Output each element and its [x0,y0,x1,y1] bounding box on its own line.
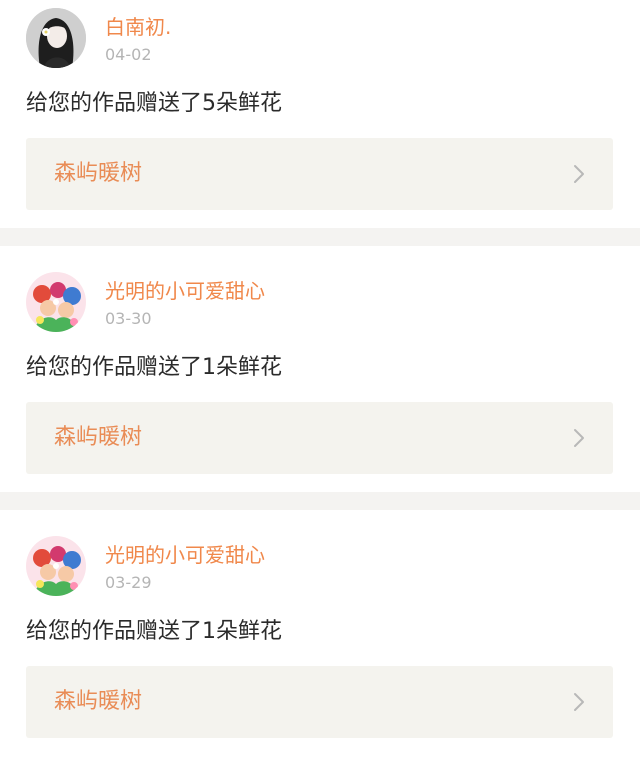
notification-card: 白南初. 04-02 给您的作品赠送了5朵鲜花 森屿暖树 [0,0,640,228]
gift-message: 给您的作品赠送了5朵鲜花 [26,91,282,116]
timestamp: 04-02 [105,45,152,64]
chevron-right-icon [573,428,585,448]
work-title: 森屿暖树 [54,161,143,186]
gift-message: 给您的作品赠送了1朵鲜花 [26,619,282,644]
timestamp: 03-29 [105,573,152,592]
work-title: 森屿暖树 [54,425,143,450]
gift-message: 给您的作品赠送了1朵鲜花 [26,355,282,380]
notification-card: 光明的小可爱甜心 03-29 给您的作品赠送了1朵鲜花 森屿暖树 [0,510,640,761]
chevron-right-icon [573,164,585,184]
anime-group-avatar-icon [26,536,86,596]
user-avatar[interactable] [26,536,86,596]
notification-feed: 白南初. 04-02 给您的作品赠送了5朵鲜花 森屿暖树 光明的小可爱甜心 03… [0,0,640,761]
username[interactable]: 白南初. [105,15,171,39]
work-link[interactable]: 森屿暖树 [26,138,613,210]
chevron-right-icon [573,692,585,712]
timestamp: 03-30 [105,309,152,328]
user-avatar[interactable] [26,8,86,68]
work-link[interactable]: 森屿暖树 [26,402,613,474]
work-title: 森屿暖树 [54,689,143,714]
username[interactable]: 光明的小可爱甜心 [105,279,265,303]
work-link[interactable]: 森屿暖树 [26,666,613,738]
notification-card: 光明的小可爱甜心 03-30 给您的作品赠送了1朵鲜花 森屿暖树 [0,246,640,492]
anime-group-avatar-icon [26,272,86,332]
username[interactable]: 光明的小可爱甜心 [105,543,265,567]
woman-with-flower-avatar-icon [26,8,86,68]
user-avatar[interactable] [26,272,86,332]
